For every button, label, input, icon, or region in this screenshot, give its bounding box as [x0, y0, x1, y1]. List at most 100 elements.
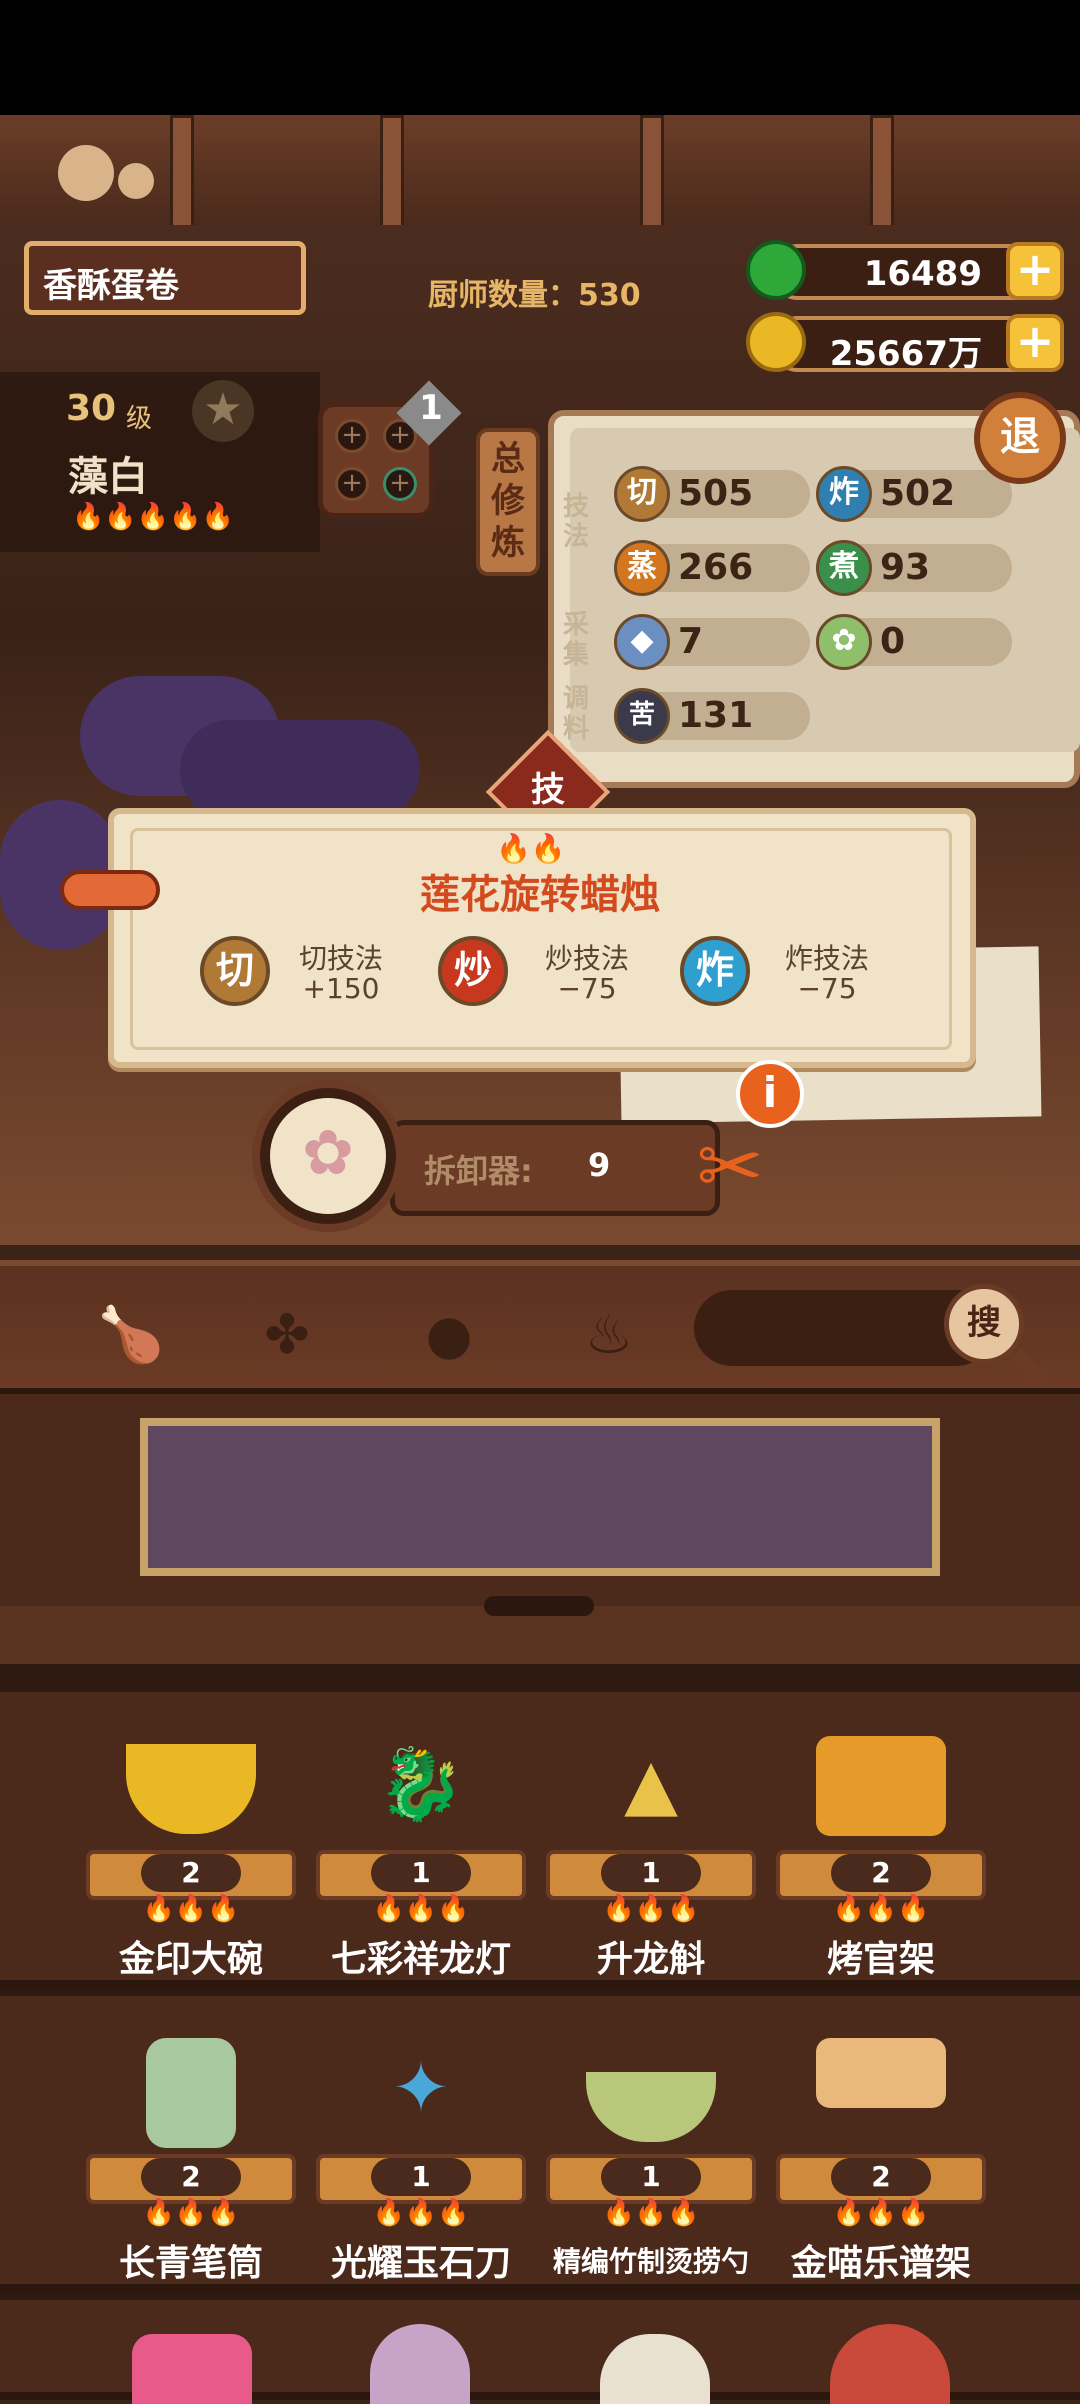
brush-holder-icon — [146, 2038, 236, 2148]
effect-name: 切技法 — [298, 942, 383, 975]
add-coin-button[interactable]: + — [1006, 314, 1064, 372]
boil-icon: 煮 — [816, 540, 872, 596]
beam — [640, 115, 664, 231]
item-count: 1 — [371, 2158, 471, 2196]
item-golden-bowl[interactable]: 2 🔥🔥🔥 金印大碗 — [76, 1724, 306, 2024]
effect-value: −75 — [797, 972, 857, 1005]
item-rarity: 🔥🔥🔥 — [372, 1894, 470, 1924]
item-brush-holder[interactable]: 2 🔥🔥🔥 长青笔筒 — [76, 2028, 306, 2328]
tooltip-pointer-hand — [60, 870, 160, 910]
fry-icon: 炸 — [680, 936, 750, 1006]
item-count: 2 — [831, 1854, 931, 1892]
dragon-vessel-icon: ▲ — [624, 1743, 678, 1825]
stat-boil-value: 93 — [880, 547, 931, 588]
item-bamboo-ladle[interactable]: 1 🔥🔥🔥 精编竹制烫捞勺 — [536, 2028, 766, 2328]
flame-icon[interactable]: ♨ — [574, 1300, 644, 1370]
bitter-icon: 苦 — [614, 688, 670, 744]
dish-name-box[interactable]: 香酥蛋卷 — [24, 241, 306, 315]
item-name: 金喵乐谱架 — [790, 2243, 971, 2284]
chick-decoration — [118, 163, 154, 199]
steam-icon: 蒸 — [614, 540, 670, 596]
chef-name: 藻白 — [68, 454, 148, 500]
tooltip-title: 莲花旋转蜡烛 — [420, 872, 660, 918]
fry-icon: 炸 — [816, 466, 872, 522]
chef-level-unit: 级 — [126, 404, 153, 434]
jade-knife-icon: ✦ — [391, 2047, 451, 2129]
banner-knob — [484, 1596, 594, 1616]
item-count: 1 — [601, 2158, 701, 2196]
add-jade-button[interactable]: + — [1006, 242, 1064, 300]
item-grid: 2 🔥🔥🔥 金印大碗 🐉 1 🔥🔥🔥 七彩祥龙灯 ▲ 1 🔥🔥🔥 升龙斛 2 🔥… — [0, 1664, 1080, 2404]
chef-level: 30 — [66, 388, 117, 429]
item-count: 1 — [371, 1854, 471, 1892]
item-name: 长青笔筒 — [118, 2243, 263, 2284]
coin-value: 25667万 — [829, 334, 982, 374]
item-roast-rack[interactable]: 2 🔥🔥🔥 烤官架 — [766, 1724, 996, 2024]
dish-name: 香酥蛋卷 — [43, 266, 179, 306]
ceiling-beams — [0, 115, 1080, 231]
total-training-tab[interactable]: 总修炼 — [476, 428, 540, 576]
drumstick-icon[interactable]: 🍗 — [96, 1300, 166, 1370]
lotus-candle-icon: ✿ — [302, 1116, 354, 1189]
music-stand-icon — [816, 2038, 946, 2108]
item-dragon-vessel[interactable]: ▲ 1 🔥🔥🔥 升龙斛 — [536, 1724, 766, 2024]
item-art-partial[interactable] — [132, 2334, 252, 2404]
beam — [170, 115, 194, 231]
item-name: 光耀玉石刀 — [330, 2243, 511, 2284]
disassembler-count: 9 — [588, 1146, 611, 1184]
dragon-lantern-icon: 🐉 — [377, 1743, 465, 1825]
info-button[interactable]: i — [736, 1060, 804, 1128]
exit-button[interactable]: 退 — [974, 392, 1066, 484]
golden-bowl-icon — [126, 1744, 256, 1834]
cut-icon: 切 — [614, 466, 670, 522]
technique-tab-label: 技 — [531, 770, 565, 810]
item-name: 升龙斛 — [596, 1939, 705, 1980]
item-count: 2 — [141, 2158, 241, 2196]
item-rarity: 🔥🔥🔥 — [832, 2198, 930, 2228]
chef-star-rating: 🔥🔥🔥🔥🔥 — [72, 502, 234, 532]
effect-fry: 炸技法 −75 — [772, 944, 882, 1004]
stat-cut-value: 505 — [678, 473, 754, 514]
purple-smoke — [180, 720, 420, 820]
stat-fish-value: 7 — [678, 621, 704, 662]
item-dragon-lantern[interactable]: 🐉 1 🔥🔥🔥 七彩祥龙灯 — [306, 1724, 536, 2024]
item-rarity: 🔥🔥🔥 — [142, 2198, 240, 2228]
stat-bitter-value: 131 — [678, 695, 754, 736]
seasoning-section-label: 调料 — [562, 684, 589, 744]
empty-banner — [140, 1418, 940, 1576]
status-bar — [0, 0, 1080, 115]
item-count: 2 — [141, 1854, 241, 1892]
roast-rack-icon — [816, 1736, 946, 1836]
beam — [870, 115, 894, 231]
item-count: 1 — [601, 1854, 701, 1892]
item-rarity: 🔥🔥🔥 — [602, 1894, 700, 1924]
item-rarity: 🔥🔥🔥 — [372, 2198, 470, 2228]
pouch-icon[interactable]: ✤ — [252, 1300, 322, 1370]
item-rarity: 🔥🔥🔥 — [142, 1894, 240, 1924]
search-button[interactable]: 搜 — [944, 1284, 1024, 1364]
item-music-stand[interactable]: 2 🔥🔥🔥 金喵乐谱架 — [766, 2028, 996, 2328]
coin-icon — [746, 312, 806, 372]
pan-icon[interactable]: ● — [414, 1300, 484, 1370]
cabbage-icon: ✿ — [816, 614, 872, 670]
item-count: 2 — [831, 2158, 931, 2196]
stat-vegetable-value: 0 — [880, 621, 906, 662]
item-jade-knife[interactable]: ✦ 1 🔥🔥🔥 光耀玉石刀 — [306, 2028, 536, 2328]
beam — [380, 115, 404, 231]
effect-cut: 切技法 +150 — [286, 944, 396, 1004]
tooltip-rarity: 🔥🔥 — [496, 832, 566, 865]
jade-value: 16489 — [863, 254, 982, 294]
disassembler-label: 拆卸器: — [424, 1152, 533, 1190]
effect-name: 炒技法 — [544, 942, 629, 975]
slot-dot: + — [335, 467, 369, 501]
star-icon[interactable]: ★ — [192, 380, 254, 442]
chef-count: 厨师数量：530 — [428, 278, 641, 313]
fish-icon: ◆ — [614, 614, 670, 670]
stir-fry-icon: 炒 — [438, 936, 508, 1006]
gather-section-label: 采集 — [562, 610, 589, 670]
jade-icon — [746, 240, 806, 300]
stat-fry-value: 502 — [880, 473, 956, 514]
chick-decoration — [58, 145, 114, 201]
slot-dot: + — [383, 467, 417, 501]
pliers-icon[interactable]: ✂ — [672, 1120, 788, 1230]
